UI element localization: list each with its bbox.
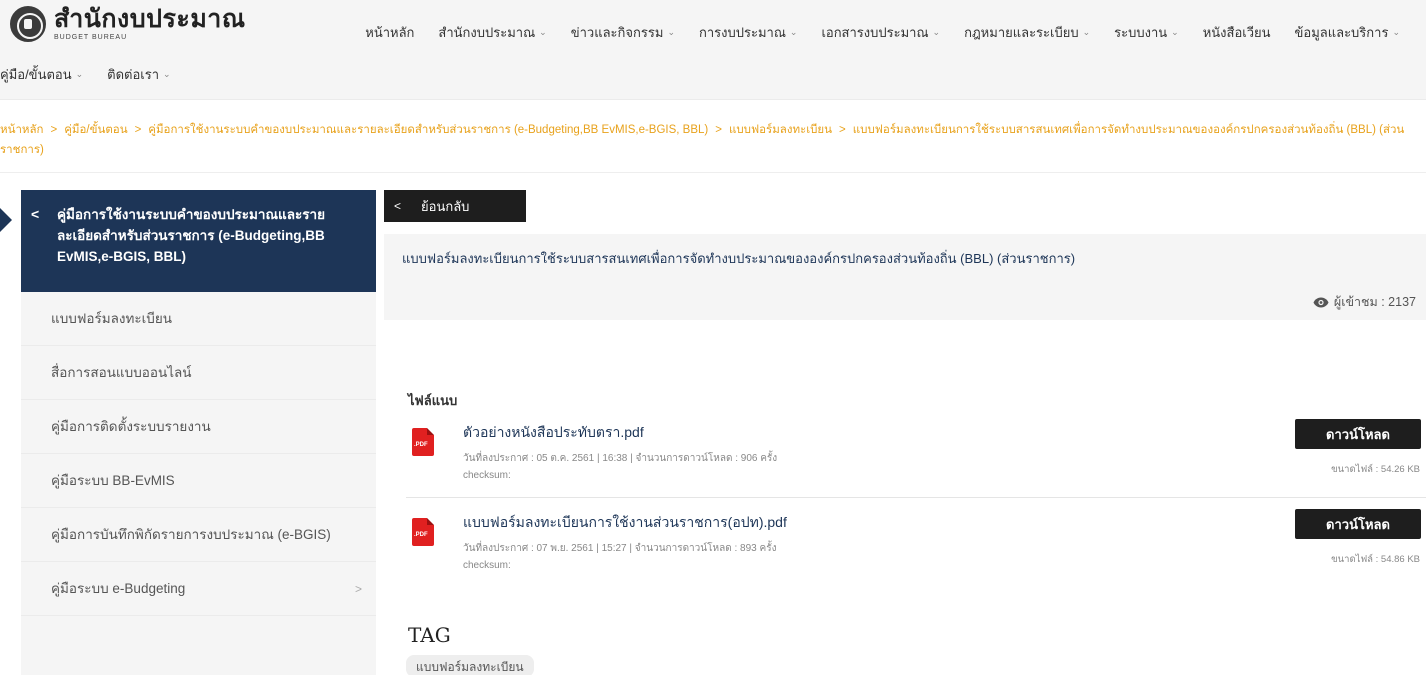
breadcrumb: หน้าหลัก > คู่มือ/ขั้นตอน > คู่มือการใช้งานร… (0, 120, 1426, 160)
pdf-file-icon: .PDF (412, 428, 434, 456)
sidebar-item-label: คู่มือการบันทึกพิกัดรายการงบประมาณ (e-BG… (51, 527, 331, 542)
nav-item-home[interactable]: หน้าหลัก (353, 22, 426, 43)
nav-label: การงบประมาณ (698, 25, 786, 40)
nav-item-services[interactable]: ข้อมูลและบริการ ⌄ (1283, 22, 1413, 43)
sidebar-heading[interactable]: < คู่มือการใช้งานระบบคำของบประมาณและรายล… (21, 190, 376, 292)
nav-label: เอกสารงบประมาณ (821, 25, 929, 40)
nav-label: สำนักงบประมาณ (438, 25, 536, 40)
attachment-file-name[interactable]: แบบฟอร์มลงทะเบียนการใช้งานส่วนราชการ(อปท… (463, 512, 787, 534)
breadcrumb-divider (0, 172, 1426, 173)
sidebar-item-report-install[interactable]: คู่มือการติดตั้งระบบรายงาน (21, 400, 376, 454)
nav-item-bureau[interactable]: สำนักงบประมาณ ⌄ (426, 22, 558, 43)
sidebar-item-e-budgeting[interactable]: คู่มือระบบ e-Budgeting > (21, 562, 376, 616)
budget-bureau-seal-icon (10, 6, 46, 42)
nav-item-systems[interactable]: ระบบงาน ⌄ (1102, 22, 1191, 43)
chevron-left-icon: < (394, 199, 402, 213)
download-button[interactable]: ดาวน์โหลด (1295, 419, 1421, 449)
attachment-meta: วันที่ลงประกาศ : 05 ต.ค. 2561 | 16:38 | … (463, 450, 777, 484)
viewer-count: ผู้เข้าชม : 2137 (1313, 292, 1416, 312)
chevron-down-icon: ⌄ (539, 27, 547, 37)
nav-item-law[interactable]: กฎหมายและระเบียบ ⌄ (952, 22, 1102, 43)
sidebar-heading-label: คู่มือการใช้งานระบบคำของบประมาณและรายละเ… (57, 207, 325, 264)
nav-item-manuals[interactable]: คู่มือ/ขั้นตอน ⌄ (0, 64, 95, 85)
logo-text: สำนักงบประมาณ BUDGET BUREAU (54, 5, 246, 42)
main-nav: หน้าหลัก สำนักงบประมาณ ⌄ ข่าวและกิจกรรม ⌄ … (353, 22, 1412, 43)
breadcrumb-separator: > (715, 124, 722, 136)
breadcrumb-item-forms[interactable]: แบบฟอร์มลงทะเบียน (729, 124, 832, 136)
chevron-down-icon: ⌄ (667, 27, 675, 37)
sidebar: < คู่มือการใช้งานระบบคำของบประมาณและรายล… (21, 190, 376, 675)
attachment-publish-info: วันที่ลงประกาศ : 05 ต.ค. 2561 | 16:38 | … (463, 453, 778, 464)
site-header: สำนักงบประมาณ BUDGET BUREAU หน้าหลัก สำน… (0, 0, 1426, 100)
nav-item-contact[interactable]: ติดต่อเรา ⌄ (95, 64, 182, 85)
breadcrumb-separator: > (134, 124, 142, 136)
main-nav-row2: คู่มือ/ขั้นตอน ⌄ ติดต่อเรา ⌄ (0, 64, 183, 85)
nav-label: กฎหมายและระเบียบ (964, 25, 1079, 40)
breadcrumb-item-home[interactable]: หน้าหลัก (0, 124, 44, 136)
chevron-down-icon: ⌄ (163, 69, 171, 79)
sidebar-item-registration-form[interactable]: แบบฟอร์มลงทะเบียน (21, 292, 376, 346)
back-button[interactable]: < ย้อนกลับ (384, 190, 526, 222)
breadcrumb-separator: > (839, 124, 846, 136)
nav-label: คู่มือ/ขั้นตอน (0, 67, 72, 82)
sidebar-item-label: คู่มือระบบ BB-EvMIS (51, 473, 175, 488)
breadcrumb-item-guide[interactable]: คู่มือการใช้งานระบบคำของบประมาณและรายละเ… (148, 124, 708, 136)
tag-heading: TAG (408, 623, 451, 647)
sidebar-item-e-bgis[interactable]: คู่มือการบันทึกพิกัดรายการงบประมาณ (e-BG… (21, 508, 376, 562)
chevron-down-icon: ⌄ (1171, 27, 1179, 37)
document-title-box: แบบฟอร์มลงทะเบียนการใช้ระบบสารสนเทศเพื่อ… (384, 234, 1426, 278)
attachment-meta: วันที่ลงประกาศ : 07 พ.ย. 2561 | 15:27 | … (463, 540, 776, 574)
attachment-file-size: ขนาดไฟล์ : 54.26 KB (1331, 464, 1420, 475)
sidebar-item-label: คู่มือการติดตั้งระบบรายงาน (51, 419, 211, 434)
attachment-row: .PDF ตัวอย่างหนังสือประทับตรา.pdf วันที่… (406, 419, 1426, 498)
attachment-file-name[interactable]: ตัวอย่างหนังสือประทับตรา.pdf (463, 422, 644, 444)
chevron-right-icon: > (354, 582, 362, 596)
attachment-checksum: checksum: (463, 560, 511, 571)
sidebar-item-online-learning[interactable]: สื่อการสอนแบบออนไลน์ (21, 346, 376, 400)
attachment-row: .PDF แบบฟอร์มลงทะเบียนการใช้งานส่วนราชกา… (406, 509, 1426, 588)
chevron-down-icon: ⌄ (1082, 27, 1091, 37)
site-logo[interactable]: สำนักงบประมาณ BUDGET BUREAU (10, 6, 246, 42)
viewer-count-text: ผู้เข้าชม : 2137 (1333, 295, 1416, 309)
attachment-checksum: checksum: (463, 470, 511, 481)
sidebar-item-label: คู่มือระบบ e-Budgeting (51, 581, 186, 596)
document-info-bar: ผู้เข้าชม : 2137 (384, 278, 1426, 320)
sidebar-item-bb-evmis[interactable]: คู่มือระบบ BB-EvMIS (21, 454, 376, 508)
sidebar-pointer-icon (0, 208, 12, 232)
chevron-left-icon: < (31, 206, 40, 222)
nav-label: หน้าหลัก (365, 25, 415, 40)
nav-item-budgeting[interactable]: การงบประมาณ ⌄ (687, 22, 809, 43)
attachments-heading: ไฟล์แนบ (408, 393, 458, 408)
download-button[interactable]: ดาวน์โหลด (1295, 509, 1421, 539)
document-title: แบบฟอร์มลงทะเบียนการใช้ระบบสารสนเทศเพื่อ… (402, 251, 1076, 266)
logo-title-th: สำนักงบประมาณ (54, 5, 246, 33)
nav-label: ระบบงาน (1114, 25, 1168, 40)
nav-label: หนังสือเวียน (1202, 25, 1271, 40)
chevron-down-icon: ⌄ (75, 69, 84, 79)
nav-item-circulars[interactable]: หนังสือเวียน (1191, 22, 1283, 43)
sidebar-item-label: แบบฟอร์มลงทะเบียน (51, 311, 172, 326)
nav-label: ติดต่อเรา (107, 67, 160, 82)
logo-title-en: BUDGET BUREAU (54, 34, 128, 41)
eye-icon (1313, 297, 1329, 307)
breadcrumb-item-manuals[interactable]: คู่มือ/ขั้นตอน (64, 124, 127, 136)
attachment-file-size: ขนาดไฟล์ : 54.86 KB (1331, 554, 1420, 565)
chevron-down-icon: ⌄ (1392, 27, 1400, 37)
tag-chip[interactable]: แบบฟอร์มลงทะเบียน (406, 655, 534, 675)
nav-item-budget-docs[interactable]: เอกสารงบประมาณ ⌄ (809, 22, 952, 43)
nav-label: ข่าวและกิจกรรม (570, 25, 664, 40)
attachment-publish-info: วันที่ลงประกาศ : 07 พ.ย. 2561 | 15:27 | … (463, 543, 777, 554)
nav-label: ข้อมูลและบริการ (1294, 25, 1389, 40)
nav-item-news[interactable]: ข่าวและกิจกรรม ⌄ (559, 22, 687, 43)
back-button-label: ย้อนกลับ (421, 198, 470, 214)
chevron-down-icon: ⌄ (932, 27, 941, 37)
breadcrumb-separator: > (50, 124, 58, 136)
sidebar-item-label: สื่อการสอนแบบออนไลน์ (51, 365, 192, 380)
pdf-file-icon: .PDF (412, 518, 434, 546)
chevron-down-icon: ⌄ (789, 27, 798, 37)
